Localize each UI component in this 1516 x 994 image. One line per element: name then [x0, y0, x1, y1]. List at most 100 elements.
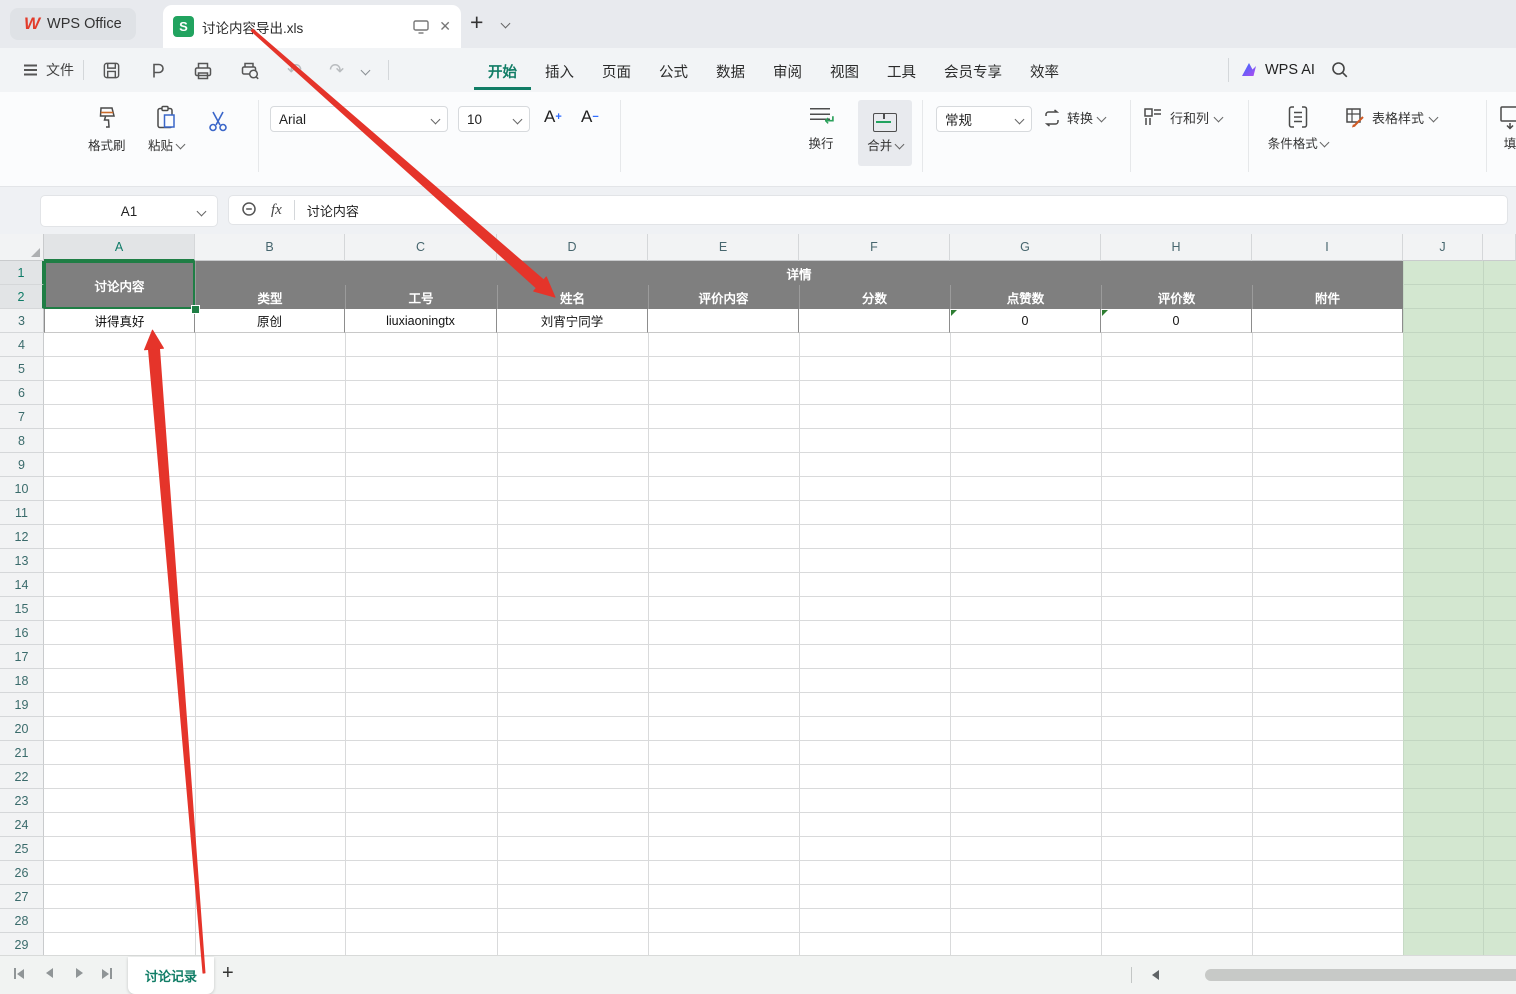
redo-button[interactable]: ↷: [329, 60, 344, 81]
cell-B2-header[interactable]: 类型: [195, 285, 345, 309]
row-header-12[interactable]: 12: [0, 525, 44, 549]
row-header-1[interactable]: 1: [0, 261, 44, 285]
row-header-15[interactable]: 15: [0, 597, 44, 621]
menu-tab-视图[interactable]: 视图: [816, 51, 873, 90]
column-header-J[interactable]: J: [1403, 234, 1483, 261]
menu-tab-数据[interactable]: 数据: [702, 51, 759, 90]
column-header-I[interactable]: I: [1252, 234, 1403, 261]
wrap-text-button[interactable]: ↵ 换行: [808, 104, 834, 152]
rows-columns-button[interactable]: 行和列: [1142, 106, 1222, 128]
previous-sheet-button[interactable]: [46, 968, 53, 978]
cell-D2-header[interactable]: 姓名: [497, 285, 648, 309]
menu-tab-审阅[interactable]: 审阅: [759, 51, 816, 90]
monitor-icon[interactable]: [413, 20, 429, 34]
cell-B1-detail-header[interactable]: 详情: [195, 261, 1403, 285]
row-header-28[interactable]: 28: [0, 909, 44, 933]
conditional-format-button[interactable]: 条件格式: [1262, 104, 1334, 152]
cell-G3[interactable]: 0: [950, 309, 1101, 333]
font-name-select[interactable]: Arial: [270, 106, 448, 132]
cell-H2-header[interactable]: 评价数: [1101, 285, 1252, 309]
row-header-11[interactable]: 11: [0, 501, 44, 525]
cell-C3[interactable]: liuxiaoningtx: [345, 309, 497, 333]
row-header-23[interactable]: 23: [0, 789, 44, 813]
zoom-minus-icon[interactable]: [241, 201, 259, 219]
row-header-10[interactable]: 10: [0, 477, 44, 501]
row-header-20[interactable]: 20: [0, 717, 44, 741]
row-header-29[interactable]: 29: [0, 933, 44, 955]
grow-font-button[interactable]: A+: [540, 104, 566, 130]
menu-tab-开始[interactable]: 开始: [474, 51, 531, 90]
cell-F3[interactable]: [799, 309, 950, 333]
row-header-27[interactable]: 27: [0, 885, 44, 909]
column-header-G[interactable]: G: [950, 234, 1101, 261]
menu-tab-效率[interactable]: 效率: [1016, 51, 1073, 90]
green-filled-region[interactable]: [1403, 261, 1516, 955]
cut-button[interactable]: [202, 106, 234, 136]
last-sheet-button[interactable]: [102, 968, 112, 979]
new-tab-button[interactable]: +: [470, 9, 483, 36]
cell-D3[interactable]: 刘宵宁同学: [497, 309, 648, 333]
shrink-font-button[interactable]: A−: [577, 104, 603, 130]
row-header-19[interactable]: 19: [0, 693, 44, 717]
fill-handle[interactable]: [191, 305, 200, 314]
row-header-26[interactable]: 26: [0, 861, 44, 885]
fx-icon[interactable]: fx: [271, 202, 282, 219]
wps-ai-button[interactable]: WPS AI: [1240, 48, 1315, 92]
scroll-left-icon[interactable]: [1152, 970, 1159, 980]
column-header-E[interactable]: E: [648, 234, 799, 261]
column-header-C[interactable]: C: [345, 234, 497, 261]
row-header-16[interactable]: 16: [0, 621, 44, 645]
export-pdf-button[interactable]: [148, 61, 166, 80]
quick-access-chevron-icon[interactable]: [361, 65, 371, 75]
row-header-14[interactable]: 14: [0, 573, 44, 597]
next-sheet-button[interactable]: [76, 968, 83, 978]
cell-H3[interactable]: 0: [1101, 309, 1252, 333]
convert-button[interactable]: 转换: [1042, 108, 1105, 127]
document-tab[interactable]: S 讨论内容导出.xls ✕: [163, 5, 461, 48]
row-header-2[interactable]: 2: [0, 285, 44, 309]
number-format-select[interactable]: 常规: [936, 106, 1032, 132]
cell-E2-header[interactable]: 评价内容: [648, 285, 799, 309]
first-sheet-button[interactable]: [14, 968, 24, 979]
row-header-18[interactable]: 18: [0, 669, 44, 693]
fill-button-partial[interactable]: 填: [1498, 104, 1516, 152]
search-icon[interactable]: [1330, 60, 1350, 80]
column-header-D[interactable]: D: [497, 234, 648, 261]
row-header-8[interactable]: 8: [0, 429, 44, 453]
paste-button[interactable]: 粘贴: [148, 104, 184, 154]
cell-B3[interactable]: 原创: [195, 309, 345, 333]
menu-tab-插入[interactable]: 插入: [531, 51, 588, 90]
row-header-3[interactable]: 3: [0, 309, 44, 333]
row-header-25[interactable]: 25: [0, 837, 44, 861]
print-button[interactable]: [193, 61, 213, 80]
row-header-22[interactable]: 22: [0, 765, 44, 789]
cell-F2-header[interactable]: 分数: [799, 285, 950, 309]
cell-E3[interactable]: [648, 309, 799, 333]
column-header-A[interactable]: A: [44, 234, 195, 261]
tab-list-chevron-icon[interactable]: [501, 19, 511, 29]
horizontal-scrollbar-thumb[interactable]: [1205, 969, 1516, 981]
cell-G2-header[interactable]: 点赞数: [950, 285, 1101, 309]
hamburger-menu-icon[interactable]: [24, 69, 37, 71]
column-header-partial[interactable]: [1483, 234, 1516, 261]
row-header-7[interactable]: 7: [0, 405, 44, 429]
row-header-13[interactable]: 13: [0, 549, 44, 573]
wps-office-home-button[interactable]: W WPS Office: [10, 8, 136, 40]
menu-tab-公式[interactable]: 公式: [645, 51, 702, 90]
save-button[interactable]: [102, 61, 121, 80]
column-header-B[interactable]: B: [195, 234, 345, 261]
row-header-9[interactable]: 9: [0, 453, 44, 477]
row-header-4[interactable]: 4: [0, 333, 44, 357]
undo-button[interactable]: ↶: [287, 60, 302, 81]
row-header-17[interactable]: 17: [0, 645, 44, 669]
format-painter-button[interactable]: 格式刷: [88, 104, 126, 154]
select-all-corner[interactable]: [0, 234, 44, 261]
cell-C2-header[interactable]: 工号: [345, 285, 497, 309]
cell-A3[interactable]: 讲得真好: [44, 309, 195, 333]
print-preview-button[interactable]: [240, 61, 260, 80]
table-header-band[interactable]: 讨论内容详情类型工号姓名评价内容分数点赞数评价数附件: [44, 261, 1403, 309]
menu-tab-会员专享[interactable]: 会员专享: [930, 51, 1016, 90]
formula-input[interactable]: fx 讨论内容: [228, 195, 1508, 225]
merge-cells-button[interactable]: 合并: [858, 100, 912, 166]
menu-tab-页面[interactable]: 页面: [588, 51, 645, 90]
